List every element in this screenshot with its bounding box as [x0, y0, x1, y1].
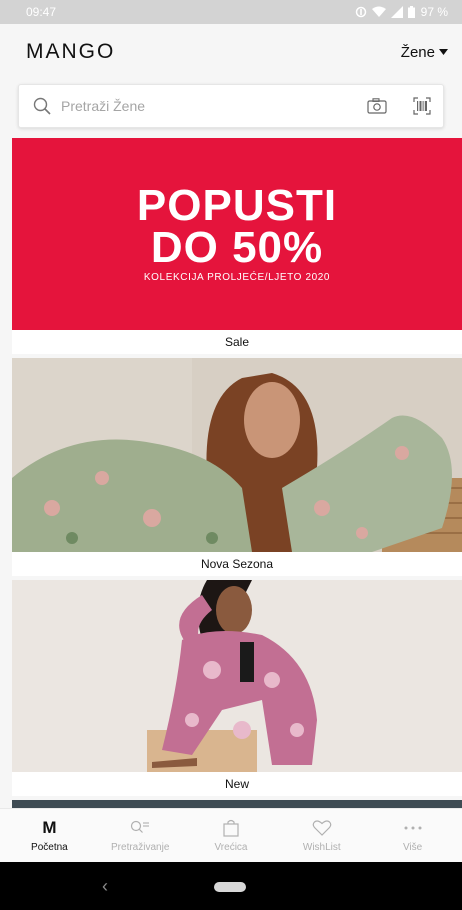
- status-bar: 09:47 97 %: [0, 0, 462, 24]
- camera-icon[interactable]: [367, 98, 387, 114]
- system-nav-bar: ‹: [0, 862, 462, 910]
- wifi-icon: [371, 6, 386, 17]
- heart-icon: [312, 820, 332, 836]
- status-icons: [355, 6, 415, 18]
- nav-item-vise[interactable]: Više: [367, 818, 458, 853]
- nav-label-pretrazivanje: Pretraživanje: [111, 842, 170, 853]
- shopping-bag-icon: [223, 819, 239, 837]
- nav-label-vise: Više: [402, 842, 423, 853]
- back-icon[interactable]: ‹: [102, 876, 108, 897]
- sale-banner[interactable]: POPUSTI DO 50% KOLEKCIJA PROLJEĆE/LJETO …: [12, 138, 462, 330]
- nav-label-wishlist: WishList: [302, 842, 341, 853]
- battery-icon: [407, 6, 415, 18]
- data-saver-icon: [355, 6, 366, 18]
- status-time: 09:47: [26, 5, 57, 19]
- promo-line2: DO 50%: [150, 223, 324, 272]
- new-collection-image[interactable]: [12, 580, 462, 772]
- section-caption-new[interactable]: New: [12, 772, 462, 796]
- app-header: MANGO Žene: [0, 24, 462, 80]
- home-pill[interactable]: [214, 882, 246, 892]
- more-dots-icon: [404, 826, 422, 830]
- nav-label-vrecica: Vrećica: [214, 842, 248, 853]
- search-actions: [367, 97, 431, 115]
- bottom-nav: M Početna Pretraživanje Vrećica WishList…: [0, 808, 462, 862]
- nav-item-pocetna[interactable]: M Početna: [4, 818, 95, 853]
- section-caption-sale[interactable]: Sale: [12, 330, 462, 354]
- nav-label-pocetna: Početna: [31, 842, 68, 853]
- battery-level: 97 %: [420, 5, 448, 19]
- gender-selector-label: Žene: [400, 43, 435, 61]
- next-section-peek[interactable]: [12, 800, 462, 808]
- section-caption-nova-sezona[interactable]: Nova Sezona: [12, 552, 462, 576]
- search-list-icon: [131, 820, 150, 833]
- promo-subtitle: KOLEKCIJA PROLJEĆE/LJETO 2020: [143, 272, 331, 283]
- nova-sezona-image[interactable]: [12, 358, 462, 552]
- gender-selector[interactable]: Žene: [401, 44, 448, 61]
- promo-line1: POPUSTI: [136, 181, 338, 230]
- search-area: Pretraži Žene: [0, 80, 462, 136]
- caret-down-icon: [439, 49, 448, 55]
- nav-item-vrecica[interactable]: Vrećica: [186, 818, 277, 853]
- nav-item-pretrazivanje[interactable]: Pretraživanje: [95, 818, 186, 853]
- mango-m-icon: M: [42, 818, 57, 837]
- mango-logo[interactable]: MANGO: [26, 40, 115, 64]
- search-placeholder: Pretraži Žene: [61, 98, 146, 114]
- search-icon: [33, 97, 51, 115]
- nav-item-wishlist[interactable]: WishList: [276, 818, 367, 853]
- status-right: 97 %: [355, 5, 448, 19]
- search-input[interactable]: Pretraži Žene: [18, 84, 444, 128]
- signal-icon: [390, 6, 403, 18]
- home-feed: POPUSTI DO 50% KOLEKCIJA PROLJEĆE/LJETO …: [0, 136, 462, 808]
- barcode-icon[interactable]: [413, 97, 431, 115]
